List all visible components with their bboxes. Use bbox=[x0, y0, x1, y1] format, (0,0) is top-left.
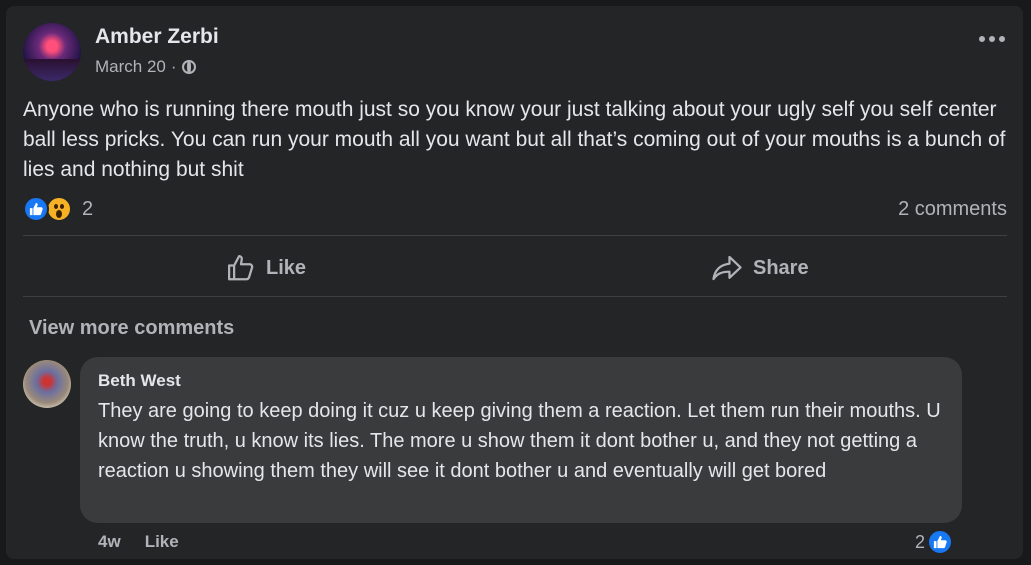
reaction-summary[interactable]: 2 bbox=[23, 196, 93, 222]
wow-reaction-icon bbox=[46, 196, 72, 222]
share-button[interactable]: Share bbox=[711, 250, 809, 286]
divider bbox=[23, 235, 1007, 236]
like-button[interactable]: Like bbox=[226, 250, 306, 286]
comments-count-link[interactable]: 2 comments bbox=[898, 198, 1007, 221]
commenter-avatar[interactable] bbox=[23, 360, 71, 408]
view-more-comments-link[interactable]: View more comments bbox=[29, 317, 234, 340]
meta-separator: · bbox=[170, 57, 177, 76]
comment-meta: 4w Like bbox=[98, 532, 179, 552]
comment-author[interactable]: Beth West bbox=[98, 371, 181, 391]
like-reaction-icon bbox=[927, 529, 954, 555]
share-button-label: Share bbox=[753, 256, 809, 279]
comment-reaction-count: 2 bbox=[915, 531, 926, 552]
like-button-label: Like bbox=[266, 256, 307, 279]
post-card: Amber Zerbi March 20 · Anyone who is run… bbox=[6, 6, 1023, 559]
post-meta: March 20 · bbox=[95, 57, 196, 77]
globe-icon[interactable] bbox=[181, 60, 196, 74]
post-author[interactable]: Amber Zerbi bbox=[95, 25, 219, 49]
thumbs-up-icon bbox=[228, 255, 254, 281]
comment-age[interactable]: 4w bbox=[98, 532, 121, 552]
post-text: Anyone who is running there mouth just s… bbox=[23, 98, 1006, 181]
divider bbox=[23, 296, 1007, 297]
comment-reactions[interactable]: 2 bbox=[915, 529, 954, 555]
comment-bubble: Beth West They are going to keep doing i… bbox=[80, 357, 962, 523]
post-date[interactable]: March 20 bbox=[95, 57, 166, 77]
comment-like-button[interactable]: Like bbox=[145, 532, 179, 552]
like-reaction-icon bbox=[23, 196, 49, 222]
reaction-count: 2 bbox=[82, 197, 94, 220]
more-options-icon[interactable] bbox=[979, 36, 1005, 42]
comment-text: They are going to keep doing it cuz u ke… bbox=[98, 400, 941, 482]
author-avatar[interactable] bbox=[23, 23, 81, 81]
share-icon bbox=[712, 255, 742, 281]
